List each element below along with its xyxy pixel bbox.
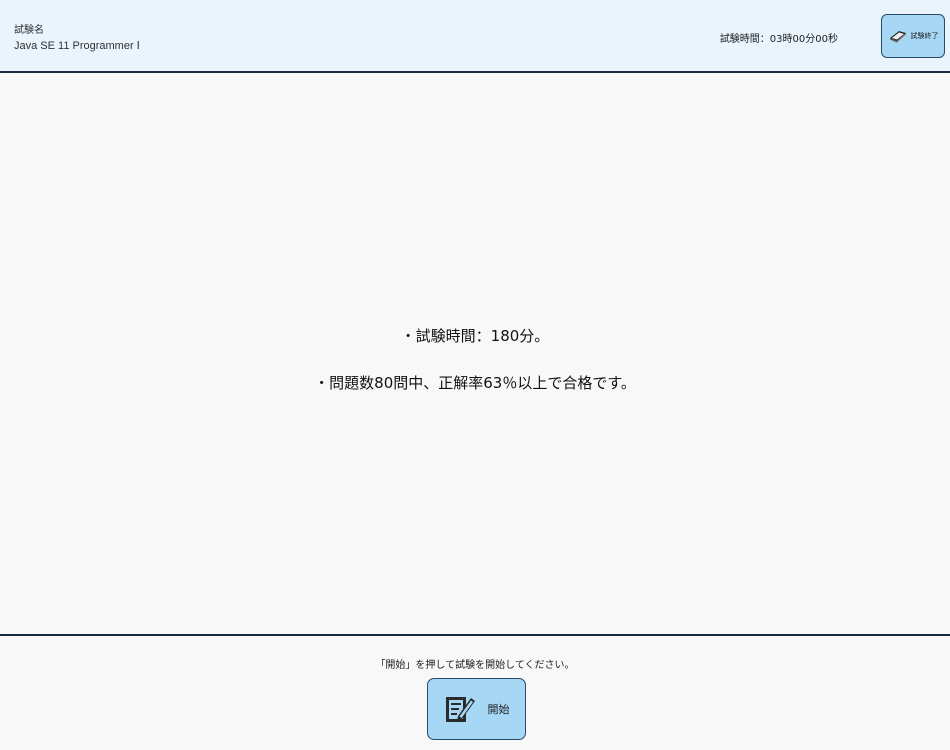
edit-document-icon [445, 697, 475, 722]
exam-time-remaining: 試験時間：03時00分00秒 [719, 34, 838, 45]
info-exam-time: ・試験時間：180分。 [400, 327, 550, 345]
start-button-label: 開始 [487, 703, 510, 716]
footer-bar: 「開始」を押して試験を開始してください。 開始 [0, 634, 950, 750]
end-exam-label: 試験終了 [910, 32, 939, 40]
end-exam-button[interactable]: 試験終了 [881, 14, 945, 58]
exam-name-label: 試験名 [14, 25, 44, 36]
info-pass-criteria: ・問題数80問中、正解率63％以上で合格です。 [314, 374, 636, 392]
main-content: ・試験時間：180分。 ・問題数80問中、正解率63％以上で合格です。 [0, 73, 950, 634]
exam-name: Java SE 11 Programmer Ⅰ [14, 40, 140, 52]
header-bar: 試験名 Java SE 11 Programmer Ⅰ 試験時間：03時00分0… [0, 0, 950, 73]
start-instruction: 「開始」を押して試験を開始してください。 [375, 660, 575, 671]
start-button[interactable]: 開始 [427, 678, 526, 740]
book-icon [889, 31, 906, 43]
